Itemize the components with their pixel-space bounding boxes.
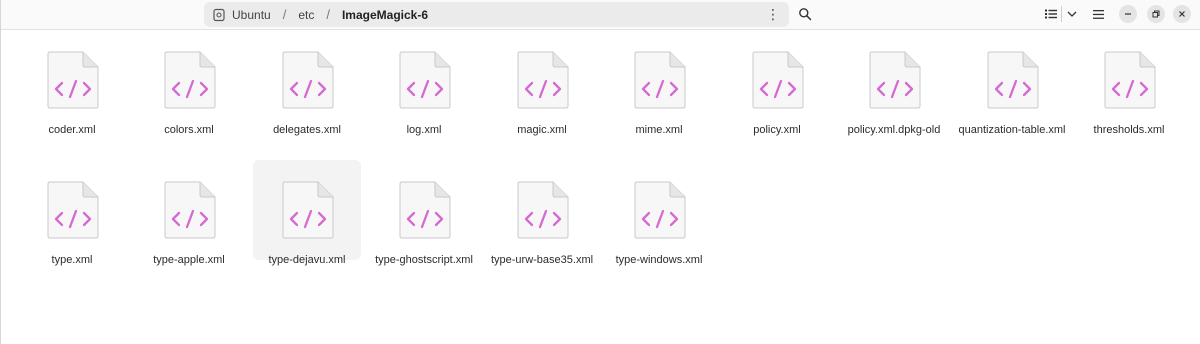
file-name: type-urw-base35.xml: [490, 254, 594, 266]
file-name: mime.xml: [635, 124, 683, 136]
breadcrumb-etc[interactable]: etc: [298, 8, 314, 22]
file-item[interactable]: type-ghostscript.xml: [370, 160, 478, 266]
list-view-icon: [1045, 9, 1057, 19]
xml-file-icon: [634, 51, 686, 109]
file-item[interactable]: log.xml: [370, 30, 478, 136]
breadcrumb-current-folder[interactable]: ImageMagick-6: [342, 8, 428, 22]
file-item[interactable]: quantization-table.xml: [958, 30, 1066, 136]
xml-file-icon: [752, 51, 804, 109]
maximize-button[interactable]: [1147, 5, 1165, 23]
breadcrumb-separator: /: [282, 7, 287, 22]
file-name: quantization-table.xml: [958, 124, 1066, 136]
xml-file-icon: [869, 51, 921, 109]
path-bar[interactable]: Ubuntu / etc / ImageMagick-6 ⋮: [204, 2, 789, 27]
view-options-button[interactable]: [1062, 3, 1082, 25]
file-name: colors.xml: [164, 124, 214, 136]
file-item[interactable]: policy.xml: [723, 30, 831, 136]
file-name: type.xml: [51, 254, 93, 266]
xml-file-icon: [47, 51, 99, 109]
file-name: type-ghostscript.xml: [375, 254, 473, 266]
file-name: magic.xml: [517, 124, 567, 136]
file-name: type-windows.xml: [615, 254, 703, 266]
restore-icon: [1152, 10, 1160, 18]
file-name: type-apple.xml: [153, 254, 225, 266]
search-button[interactable]: [793, 3, 817, 25]
file-item[interactable]: policy.xml.dpkg-old: [840, 30, 948, 136]
xml-file-icon: [47, 181, 99, 239]
drive-icon: [212, 8, 226, 22]
xml-file-icon: [517, 181, 569, 239]
chevron-down-icon: [1067, 11, 1077, 17]
xml-file-icon: [399, 51, 451, 109]
file-name: delegates.xml: [273, 124, 341, 136]
close-icon: [1179, 11, 1185, 17]
file-name: policy.xml.dpkg-old: [847, 124, 941, 136]
xml-file-icon: [987, 51, 1039, 109]
xml-file-icon: [517, 51, 569, 109]
file-item[interactable]: thresholds.xml: [1075, 30, 1183, 136]
close-button[interactable]: [1173, 5, 1191, 23]
file-item[interactable]: type-apple.xml: [135, 160, 243, 266]
file-item[interactable]: mime.xml: [605, 30, 713, 136]
vertical-ellipsis-icon[interactable]: ⋮: [765, 6, 781, 23]
xml-file-icon: [164, 181, 216, 239]
file-item[interactable]: coder.xml: [18, 30, 126, 136]
xml-file-icon: [399, 181, 451, 239]
breadcrumb-label: Ubuntu: [232, 7, 271, 22]
breadcrumb-ubuntu[interactable]: Ubuntu: [212, 8, 271, 22]
header-bar: Ubuntu / etc / ImageMagick-6 ⋮: [1, 0, 1200, 30]
file-item[interactable]: magic.xml: [488, 30, 596, 136]
xml-file-icon: [282, 181, 334, 239]
file-item[interactable]: type-dejavu.xml: [253, 160, 361, 266]
xml-file-icon: [282, 51, 334, 109]
file-item[interactable]: type-windows.xml: [605, 160, 713, 266]
file-item[interactable]: colors.xml: [135, 30, 243, 136]
file-name: coder.xml: [48, 124, 96, 136]
view-toggle-button[interactable]: [1041, 3, 1061, 25]
file-item[interactable]: type-urw-base35.xml: [488, 160, 596, 266]
xml-file-icon: [1104, 51, 1156, 109]
xml-file-icon: [634, 181, 686, 239]
file-name: log.xml: [406, 124, 442, 136]
xml-file-icon: [164, 51, 216, 109]
main-menu-button[interactable]: [1087, 3, 1109, 25]
minimize-button[interactable]: [1119, 5, 1137, 23]
minimize-icon: [1125, 13, 1131, 15]
breadcrumb-separator: /: [326, 7, 330, 22]
file-grid: coder.xml colors.xml delegates.xml log.xml m…: [1, 30, 1200, 344]
file-item[interactable]: type.xml: [18, 160, 126, 266]
file-name: thresholds.xml: [1093, 124, 1165, 136]
file-item[interactable]: delegates.xml: [253, 30, 361, 136]
file-name: type-dejavu.xml: [268, 254, 346, 266]
search-icon: [799, 8, 812, 21]
hamburger-menu-icon: [1092, 9, 1104, 19]
file-manager-window: Ubuntu / etc / ImageMagick-6 ⋮ coder.xml…: [0, 0, 1200, 344]
file-name: policy.xml: [753, 124, 801, 136]
